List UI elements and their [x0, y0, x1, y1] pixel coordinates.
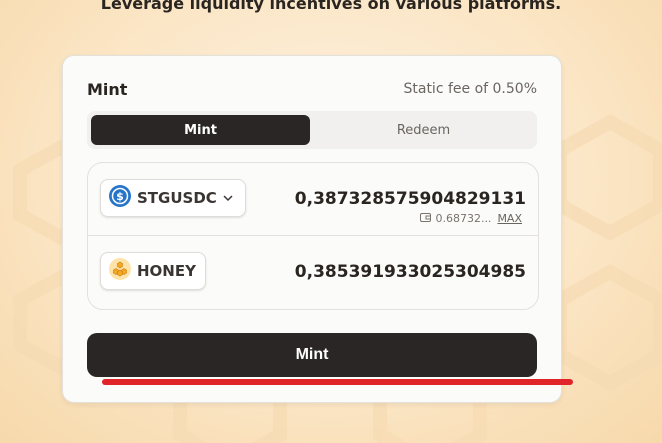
static-fee-label: Static fee of 0.50%	[403, 81, 537, 97]
input-token-selector[interactable]: $ STGUSDC	[100, 179, 246, 217]
input-amount[interactable]: 0,387328575904829131	[295, 189, 526, 209]
mint-card: Mint Static fee of 0.50% Mint Redeem $ S…	[62, 55, 562, 403]
mint-redeem-tabs: Mint Redeem	[87, 111, 537, 149]
input-token-symbol: STGUSDC	[137, 189, 217, 207]
card-title: Mint	[87, 80, 128, 99]
output-token-symbol: HONEY	[137, 262, 196, 280]
swap-panel: $ STGUSDC 0,387328575904829131 0.68732..…	[87, 162, 539, 310]
tab-mint[interactable]: Mint	[91, 115, 310, 145]
honey-icon	[109, 258, 131, 284]
output-token-selector[interactable]: HONEY	[100, 252, 206, 290]
output-amount: 0,385391933025304985	[294, 262, 526, 282]
annotation-underline	[102, 379, 573, 385]
mint-button[interactable]: Mint	[87, 333, 537, 377]
tab-redeem[interactable]: Redeem	[314, 115, 533, 145]
page-headline: Leverage liquidity incentives on various…	[100, 0, 562, 13]
balance-value: 0.68732...	[435, 212, 492, 225]
max-button[interactable]: MAX	[497, 212, 522, 225]
svg-text:$: $	[116, 190, 124, 203]
panel-divider	[88, 235, 538, 236]
chevron-down-icon	[223, 191, 233, 205]
wallet-icon	[420, 212, 432, 225]
input-balance: 0.68732... MAX	[420, 212, 522, 225]
usdc-icon: $	[109, 185, 131, 211]
